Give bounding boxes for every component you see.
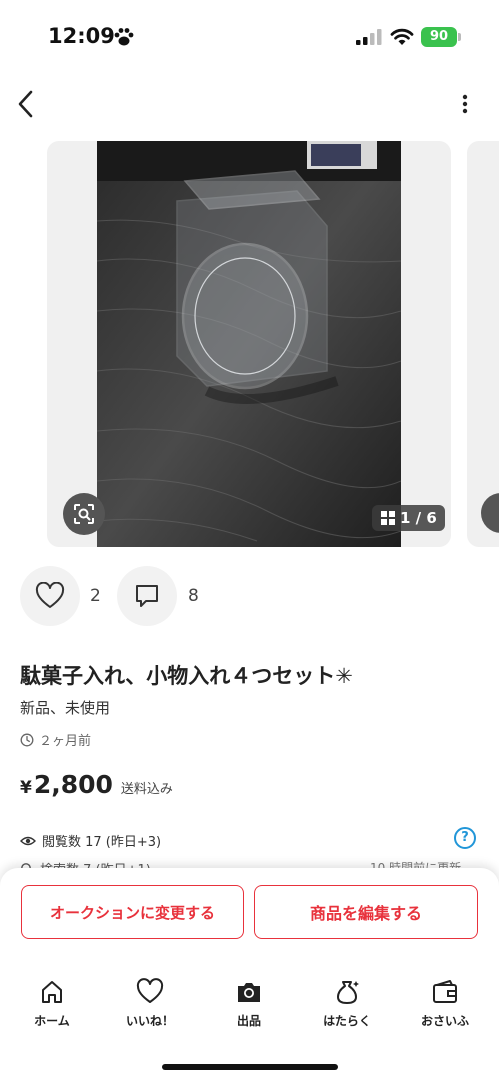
- grid-icon: [381, 511, 395, 525]
- vertical-ellipsis-icon: [462, 94, 468, 114]
- price-row: ¥ 2,800 送料込み: [20, 770, 173, 799]
- posted-time-text: ２ヶ月前: [39, 734, 92, 749]
- heart-icon: [35, 582, 65, 608]
- next-photo-card[interactable]: [467, 141, 499, 547]
- item-title: 駄菓子入れ、小物入れ４つセット✳︎: [20, 664, 353, 688]
- image-search-button[interactable]: [63, 493, 105, 535]
- wallet-icon: [433, 980, 457, 1003]
- camera-icon: [238, 983, 260, 1002]
- product-photo: [97, 141, 401, 547]
- home-icon: [42, 981, 62, 1003]
- change-to-auction-button[interactable]: オークションに変更する: [21, 885, 244, 939]
- tab-work-label: はたらく: [323, 1014, 371, 1028]
- signal-icon: [356, 29, 382, 45]
- photo-counter: 1 / 6: [372, 505, 445, 531]
- paw-icon: [114, 28, 134, 46]
- price-value: 2,800: [33, 770, 113, 799]
- photo-carousel[interactable]: 1 / 6: [0, 141, 499, 547]
- tab-wallet[interactable]: おさいふ: [405, 978, 485, 1038]
- shipping-note: 送料込み: [120, 782, 173, 797]
- edit-item-button[interactable]: 商品を編集する: [254, 885, 478, 939]
- heart-icon: [136, 978, 164, 1003]
- wifi-icon: [390, 28, 414, 45]
- like-button[interactable]: [20, 566, 80, 626]
- price-currency: ¥: [20, 778, 32, 798]
- item-condition: 新品、未使用: [20, 699, 111, 717]
- tab-likes-label: いいね！: [125, 1014, 174, 1028]
- posted-time: ２ヶ月前: [20, 730, 91, 749]
- photo-counter-text: 1 / 6: [400, 509, 437, 527]
- views-stat: 閲覧数 17 (昨日+3): [20, 831, 161, 850]
- tab-bar: ホーム いいね！ 出品 はたらく おさいふ: [0, 978, 499, 1038]
- tab-home-label: ホーム: [34, 1014, 70, 1028]
- like-count: 2: [90, 586, 101, 606]
- home-indicator: [162, 1064, 338, 1070]
- views-text: 閲覧数 17 (昨日+3): [42, 835, 162, 850]
- tab-sell-label: 出品: [236, 1014, 261, 1028]
- battery-tip: [458, 33, 461, 41]
- image-search-icon: [74, 504, 94, 524]
- clock-icon: [20, 733, 34, 746]
- nav-header: [0, 74, 499, 134]
- comment-button[interactable]: [117, 566, 177, 626]
- battery-indicator: 90: [421, 27, 457, 47]
- tab-home[interactable]: ホーム: [12, 978, 92, 1038]
- comment-count: 8: [188, 586, 199, 606]
- back-button[interactable]: [10, 86, 42, 122]
- tab-work[interactable]: はたらく: [307, 978, 387, 1038]
- photo-card[interactable]: 1 / 6: [47, 141, 451, 547]
- help-icon[interactable]: ?: [454, 827, 476, 849]
- money-bag-icon: [337, 981, 359, 1004]
- bottom-action-sheet: オークションに変更する 商品を編集する ホーム いいね！ 出品 はたらく おさい…: [0, 868, 499, 1080]
- status-time: 12:09: [48, 24, 115, 48]
- more-options-button[interactable]: [450, 88, 480, 120]
- comment-icon: [136, 585, 158, 607]
- actions-row: 2 8: [0, 566, 499, 628]
- eye-icon: [20, 836, 36, 845]
- tab-wallet-label: おさいふ: [420, 1014, 469, 1028]
- chevron-left-icon: [18, 90, 33, 118]
- tab-sell[interactable]: 出品: [209, 978, 289, 1038]
- tab-likes[interactable]: いいね！: [110, 978, 190, 1038]
- status-bar: 12:09 90: [0, 0, 499, 74]
